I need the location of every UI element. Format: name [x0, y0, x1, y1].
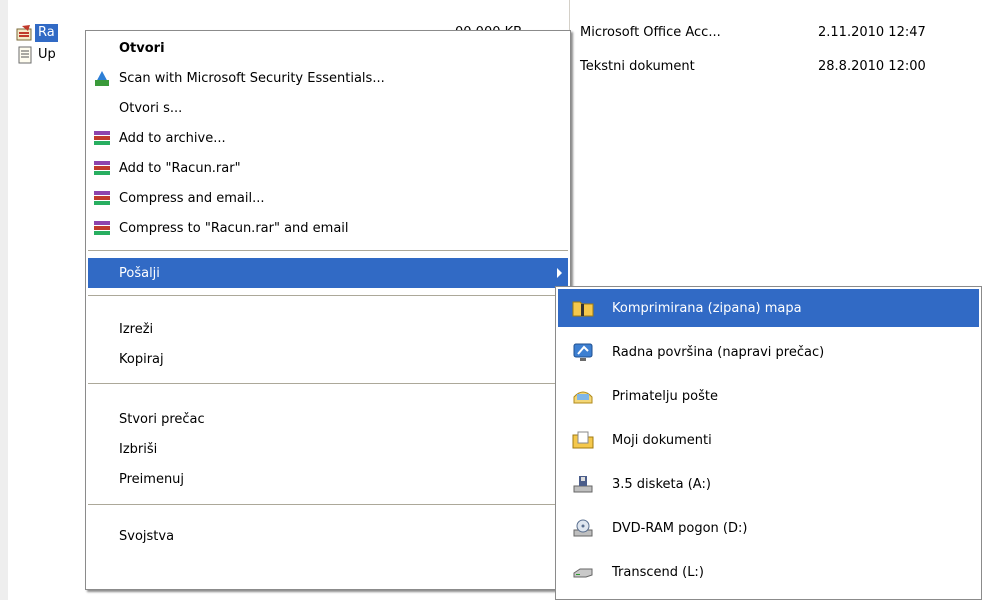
file-date: 28.8.2010 12:00 — [818, 59, 926, 74]
send-to-submenu: Komprimirana (zipana) mapa Radna površin… — [555, 286, 982, 600]
my-documents-icon — [572, 429, 594, 451]
submenu-item-transcend[interactable]: Transcend (L:) — [558, 553, 979, 591]
submenu-item-dvd-drive[interactable]: DVD-RAM pogon (D:) — [558, 509, 979, 547]
dvd-drive-icon — [572, 517, 594, 539]
menu-item-otvori-s[interactable]: Otvori s... — [88, 93, 568, 123]
menu-item-preimenuj[interactable]: Preimenuj — [88, 464, 568, 494]
security-essentials-icon — [92, 68, 112, 88]
menu-item-label: Izbriši — [119, 441, 158, 457]
menu-item-label: Stvori prečac — [119, 411, 205, 427]
menu-item-scan[interactable]: Scan with Microsoft Security Essentials.… — [88, 63, 568, 93]
winrar-icon — [92, 188, 112, 208]
mail-recipient-icon — [572, 385, 594, 407]
left-pane-edge — [0, 0, 8, 600]
menu-item-label: Add to "Racun.rar" — [119, 160, 241, 176]
submenu-item-label: Transcend (L:) — [612, 564, 704, 580]
submenu-item-my-documents[interactable]: Moji dokumenti — [558, 421, 979, 459]
menu-item-compress-to-rar-and-email[interactable]: Compress to "Racun.rar" and email — [88, 213, 568, 243]
menu-item-label: Otvori s... — [119, 100, 183, 116]
submenu-item-label: Radna površina (napravi prečac) — [612, 344, 825, 360]
menu-separator — [88, 295, 568, 296]
desktop-icon — [572, 341, 594, 363]
file-name[interactable]: Ra — [35, 24, 58, 42]
menu-item-izbrisi[interactable]: Izbriši — [88, 434, 568, 464]
menu-separator — [88, 383, 568, 384]
menu-item-label: Preimenuj — [119, 471, 185, 487]
winrar-icon — [92, 128, 112, 148]
submenu-item-floppy[interactable]: 3.5 disketa (A:) — [558, 465, 979, 503]
submenu-item-label: Moji dokumenti — [612, 432, 712, 448]
menu-item-label: Pošalji — [119, 265, 160, 281]
menu-item-label: Izreži — [119, 321, 154, 337]
menu-item-stvori-precac[interactable]: Stvori prečac — [88, 404, 568, 434]
submenu-item-zip-folder[interactable]: Komprimirana (zipana) mapa — [558, 289, 979, 327]
submenu-item-label: 3.5 disketa (A:) — [612, 476, 711, 492]
menu-item-label: Svojstva — [119, 528, 175, 544]
file-name[interactable]: Up — [35, 46, 59, 64]
menu-item-label: Compress and email... — [119, 190, 265, 206]
text-document-icon — [16, 46, 34, 64]
removable-drive-icon — [572, 561, 594, 583]
menu-item-kopiraj[interactable]: Kopiraj — [88, 344, 568, 374]
file-row-racun[interactable]: Ra — [16, 22, 58, 44]
submenu-item-mail-recipient[interactable]: Primatelju pošte — [558, 377, 979, 415]
menu-item-otvori[interactable]: Otvori — [88, 33, 568, 63]
submenu-item-label: Primatelju pošte — [612, 388, 718, 404]
file-type: Tekstni dokument — [580, 59, 695, 74]
file-type: Microsoft Office Acc... — [580, 25, 721, 40]
menu-item-compress-and-email[interactable]: Compress and email... — [88, 183, 568, 213]
file-row-up[interactable]: Up — [16, 44, 59, 66]
context-menu: Otvori Scan with Microsoft Security Esse… — [85, 30, 571, 590]
menu-item-label: Scan with Microsoft Security Essentials.… — [119, 70, 385, 86]
menu-item-add-to-racun-rar[interactable]: Add to "Racun.rar" — [88, 153, 568, 183]
file-date: 2.11.2010 12:47 — [818, 25, 926, 40]
winrar-icon — [92, 218, 112, 238]
submenu-item-label: Komprimirana (zipana) mapa — [612, 300, 802, 316]
menu-item-posalji[interactable]: Pošalji — [88, 258, 568, 288]
menu-item-label: Otvori — [119, 40, 165, 56]
submenu-arrow-icon — [557, 268, 562, 278]
menu-separator — [88, 504, 568, 505]
submenu-item-label: DVD-RAM pogon (D:) — [612, 520, 748, 536]
menu-item-add-to-archive[interactable]: Add to archive... — [88, 123, 568, 153]
menu-item-izrezi[interactable]: Izreži — [88, 314, 568, 344]
zip-folder-icon — [572, 297, 594, 319]
winrar-icon — [92, 158, 112, 178]
floppy-drive-icon — [572, 473, 594, 495]
menu-item-label: Kopiraj — [119, 351, 164, 367]
menu-item-label: Compress to "Racun.rar" and email — [119, 220, 349, 236]
menu-separator — [88, 250, 568, 251]
access-database-icon — [16, 24, 34, 42]
menu-item-svojstva[interactable]: Svojstva — [88, 521, 568, 551]
submenu-item-desktop[interactable]: Radna površina (napravi prečac) — [558, 333, 979, 371]
menu-item-label: Add to archive... — [119, 130, 226, 146]
